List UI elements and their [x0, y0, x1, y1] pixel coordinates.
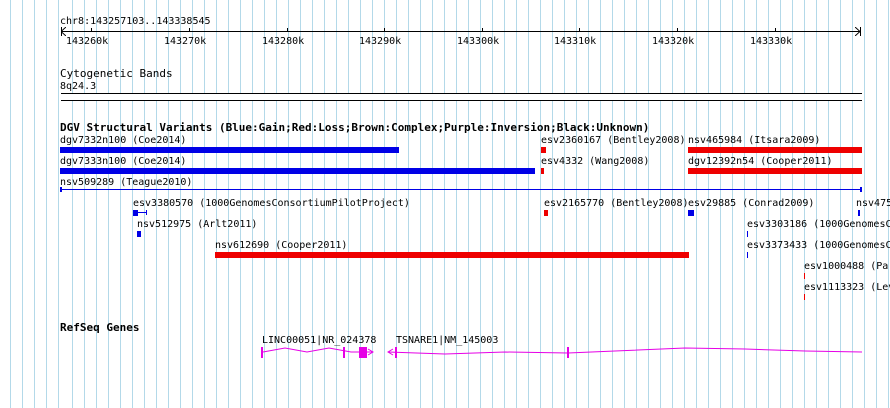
ruler-left-arrow	[60, 26, 67, 37]
gain-variant-bar[interactable]	[137, 231, 141, 237]
ruler-tick-label: 143330k	[750, 36, 793, 47]
ruler-tick	[775, 28, 776, 32]
variant-label: nsv465984 (Itsara2009)	[688, 135, 821, 146]
ruler-tick-label: 143280k	[262, 36, 305, 47]
variant-label: esv3373433 (1000GenomesC	[747, 240, 890, 251]
loss-variant-bar[interactable]	[541, 147, 546, 153]
variant-label: esv2165770 (Bentley2008)	[544, 198, 689, 209]
variant-label: esv1113323 (Lev	[804, 282, 890, 293]
gain-variant-bar[interactable]	[60, 189, 862, 190]
variant-label: esv1000488 (Par	[804, 261, 890, 272]
loss-variant-bar[interactable]	[541, 168, 544, 174]
ruler-right-arrow	[854, 26, 861, 37]
location-label: chr8:143257103..143338545	[60, 16, 211, 27]
gain-variant-bar[interactable]	[60, 147, 399, 153]
variant-label: nsv612690 (Cooper2011)	[215, 240, 348, 251]
variant-label: nsv512975 (Arlt2011)	[137, 219, 258, 230]
ruler-tick-label: 143300k	[457, 36, 500, 47]
ruler-end-tick	[860, 27, 861, 36]
variant-label: dgv12392n54 (Cooper2011)	[688, 156, 833, 167]
variant-label: dgv7332n100 (Coe2014)	[60, 135, 187, 146]
loss-variant-bar[interactable]	[688, 168, 862, 174]
ruler-tick-label: 143310k	[554, 36, 597, 47]
refseq-track-title: RefSeq Genes	[60, 321, 140, 334]
gain-variant-bar[interactable]	[688, 210, 694, 216]
cytoband-ideogram[interactable]	[61, 93, 862, 101]
dgv-track-title: DGV Structural Variants (Blue:Gain;Red:L…	[60, 121, 650, 134]
gain-variant-bar[interactable]	[747, 252, 748, 258]
loss-variant-bar[interactable]	[544, 210, 548, 216]
variant-end-cap	[146, 210, 147, 215]
variant-label: nsv475	[856, 198, 890, 209]
loss-variant-bar[interactable]	[804, 294, 805, 300]
ruler-tick	[189, 28, 190, 32]
ruler-tick	[384, 28, 385, 32]
loss-variant-bar[interactable]	[688, 147, 862, 153]
loss-variant-bar[interactable]	[215, 252, 689, 258]
ruler-tick-label: 143290k	[359, 36, 402, 47]
variant-label: esv29885 (Conrad2009)	[688, 198, 815, 209]
ruler-tick-label: 143260k	[66, 36, 109, 47]
variant-label: nsv509289 (Teague2010)	[60, 177, 193, 188]
ruler-tick	[677, 28, 678, 32]
variant-label: esv3303186 (1000GenomesC	[747, 219, 890, 230]
ruler-tick	[482, 28, 483, 32]
ruler-tick	[91, 28, 92, 32]
gain-variant-bar[interactable]	[747, 231, 748, 237]
gene-model-linc00051[interactable]	[255, 343, 385, 361]
cytoband-track-title: Cytogenetic Bands	[60, 67, 173, 80]
gain-variant-bar[interactable]	[858, 210, 860, 216]
gain-variant-bar[interactable]	[60, 168, 535, 174]
variant-end-cap	[860, 187, 862, 192]
cytoband-label: 8q24.3	[60, 81, 97, 92]
loss-variant-bar[interactable]	[804, 273, 805, 279]
variant-end-cap	[60, 187, 62, 192]
ruler-tick	[287, 28, 288, 32]
variant-label: esv2360167 (Bentley2008)	[541, 135, 686, 146]
ruler-axis	[61, 31, 861, 32]
variant-label: esv3380570 (1000GenomesConsortiumPilotPr…	[133, 198, 410, 209]
ruler-tick-label: 143270k	[164, 36, 207, 47]
variant-label: dgv7333n100 (Coe2014)	[60, 156, 187, 167]
variant-label: esv4332 (Wang2008)	[541, 156, 650, 167]
variant-block	[133, 210, 138, 216]
gene-model-tsnare1[interactable]	[385, 343, 863, 361]
genome-browser-view: chr8:143257103..143338545 143260k 143270…	[0, 0, 890, 408]
ruler-tick-label: 143320k	[652, 36, 695, 47]
ruler-tick	[579, 28, 580, 32]
